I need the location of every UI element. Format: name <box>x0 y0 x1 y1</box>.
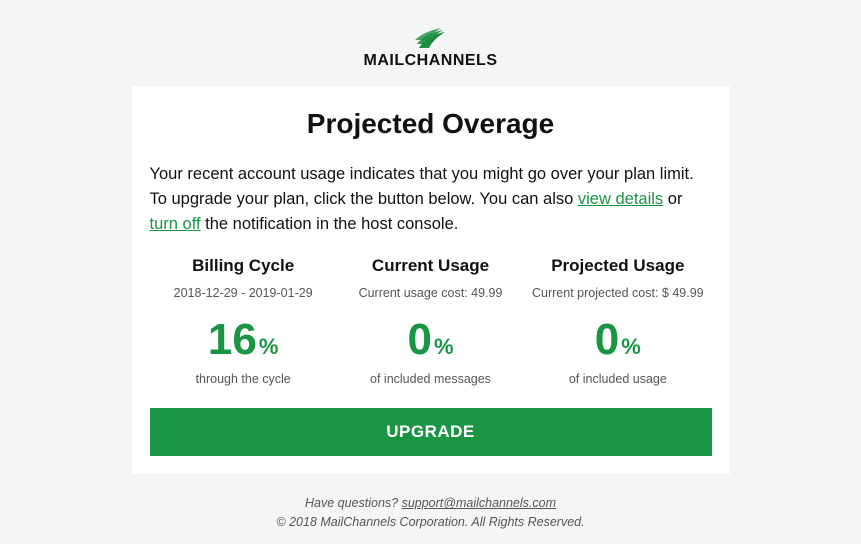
projected-value: 0 % <box>595 318 641 362</box>
projected-percent: % <box>621 336 641 358</box>
projected-title: Projected Usage <box>530 256 705 276</box>
current-usage-stat: Current Usage Current usage cost: 49.99 … <box>337 256 524 386</box>
billing-caption: through the cycle <box>156 372 331 386</box>
logo-area: MAILCHANNELS <box>0 0 861 86</box>
current-value: 0 % <box>407 318 453 362</box>
billing-sub: 2018-12-29 - 2019-01-29 <box>156 286 331 300</box>
current-caption: of included messages <box>343 372 518 386</box>
billing-percent: % <box>259 336 279 358</box>
current-title: Current Usage <box>343 256 518 276</box>
intro-post: the notification in the host console. <box>201 215 459 233</box>
current-number: 0 <box>407 318 431 362</box>
footer: Have questions? support@mailchannels.com… <box>0 494 861 532</box>
intro-mid: or <box>663 190 682 208</box>
current-sub: Current usage cost: 49.99 <box>343 286 518 300</box>
main-card: Projected Overage Your recent account us… <box>132 86 730 474</box>
footer-question: Have questions? <box>305 496 402 510</box>
support-email-link[interactable]: support@mailchannels.com <box>402 496 556 510</box>
turn-off-link[interactable]: turn off <box>150 215 201 233</box>
upgrade-button[interactable]: UPGRADE <box>150 408 712 456</box>
logo: MAILCHANNELS <box>364 28 498 70</box>
billing-cycle-stat: Billing Cycle 2018-12-29 - 2019-01-29 16… <box>150 256 337 386</box>
footer-copyright: © 2018 MailChannels Corporation. All Rig… <box>0 513 861 532</box>
projected-sub: Current projected cost: $ 49.99 <box>530 286 705 300</box>
billing-value: 16 % <box>208 318 279 362</box>
projected-caption: of included usage <box>530 372 705 386</box>
billing-number: 16 <box>208 318 257 362</box>
projected-usage-stat: Projected Usage Current projected cost: … <box>524 256 711 386</box>
mailchannels-wing-icon <box>415 28 447 50</box>
page-title: Projected Overage <box>150 108 712 140</box>
view-details-link[interactable]: view details <box>578 190 663 208</box>
projected-number: 0 <box>595 318 619 362</box>
logo-text: MAILCHANNELS <box>364 52 498 70</box>
page-container: MAILCHANNELS Projected Overage Your rece… <box>0 0 861 532</box>
intro-text: Your recent account usage indicates that… <box>150 162 712 236</box>
stats-row: Billing Cycle 2018-12-29 - 2019-01-29 16… <box>150 256 712 386</box>
current-percent: % <box>434 336 454 358</box>
footer-line1: Have questions? support@mailchannels.com <box>0 494 861 513</box>
billing-title: Billing Cycle <box>156 256 331 276</box>
